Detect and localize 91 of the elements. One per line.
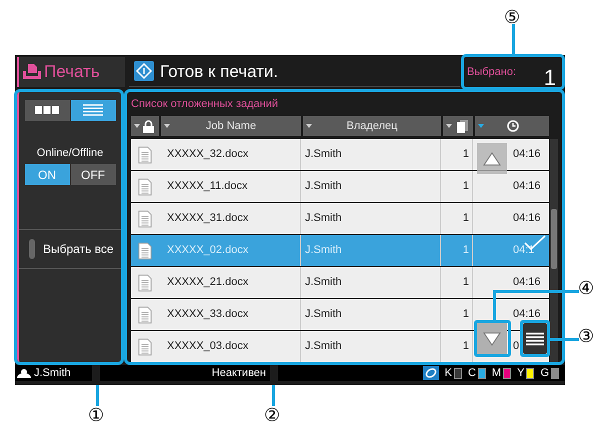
job-owner: J.Smith (305, 243, 342, 258)
column-header[interactable] (475, 116, 549, 136)
callout-number: ② (264, 406, 280, 424)
selected-count-value: 1 (544, 67, 556, 89)
user-indicator: J.Smith (15, 365, 92, 381)
job-time: 04:1 (513, 243, 534, 258)
ink-label: G (540, 366, 549, 381)
status-text: Готов к печати. (160, 60, 278, 82)
activity-status: Неактивен (212, 366, 266, 381)
job-owner: J.Smith (305, 275, 342, 290)
document-icon (138, 146, 152, 164)
ink-label: K (444, 366, 452, 381)
job-name: XXXXX_32.docx (167, 147, 248, 162)
job-name: XXXXX_31.docx (167, 211, 248, 226)
callout-number: ⑤ (504, 8, 520, 26)
sort-caret-icon (478, 124, 484, 128)
lock-icon (143, 120, 154, 132)
document-icon (138, 338, 152, 356)
app-tab[interactable]: Печать (17, 57, 125, 86)
document-icon (138, 242, 152, 260)
job-owner: J.Smith (305, 147, 342, 162)
job-owner: J.Smith (305, 179, 342, 194)
job-copies: 1 (462, 179, 469, 194)
job-copies: 1 (462, 275, 469, 290)
job-time: 04:16 (513, 307, 541, 322)
menu-icon (526, 330, 544, 346)
start-icon (134, 61, 154, 82)
up-triangle-icon (483, 152, 501, 166)
column-header[interactable] (131, 116, 159, 136)
grid-view-button[interactable] (24, 100, 70, 120)
job-owner: J.Smith (305, 339, 342, 354)
column-header[interactable]: Владелец (303, 116, 441, 136)
document-icon (138, 274, 152, 292)
job-copies: 1 (462, 307, 469, 322)
job-time: 04:16 (513, 179, 541, 194)
printer-icon (22, 62, 42, 81)
job-row[interactable]: XXXXX_21.docx J.Smith 1 04:16 (131, 267, 549, 298)
sort-caret-icon (446, 124, 452, 128)
sort-caret-icon (306, 124, 312, 128)
menu-button[interactable] (523, 323, 547, 354)
job-time: 04:16 (513, 275, 541, 290)
job-row[interactable]: XXXXX_33.docx J.Smith 1 04:16 (131, 299, 549, 330)
selected-count-label: Выбрано: (467, 65, 516, 80)
job-list-title: Список отложенных заданий (131, 96, 280, 112)
job-row[interactable]: XXXXX_11.docx J.Smith 1 04:16 (131, 171, 549, 202)
sort-caret-icon (134, 124, 140, 128)
select-all-toggle[interactable] (29, 239, 35, 259)
down-triangle-icon (483, 332, 501, 346)
scroll-up-button[interactable] (477, 143, 507, 174)
job-name: XXXXX_11.docx (167, 179, 248, 194)
user-icon (17, 368, 31, 378)
online-offline-label: Online/Offline (36, 146, 104, 160)
ink-label: M (492, 366, 502, 381)
copies-icon (457, 120, 468, 132)
scrollbar-thumb[interactable] (551, 209, 557, 269)
clock-icon (507, 120, 519, 132)
select-all-label: Выбрать все (43, 241, 114, 258)
callout-number: ③ (578, 327, 594, 345)
job-copies: 1 (462, 243, 469, 258)
sort-caret-icon (164, 124, 170, 128)
ink-label: C (468, 366, 476, 381)
ink-status-icon (422, 366, 439, 380)
highlight-frame (520, 320, 550, 357)
job-name: XXXXX_02.docx (167, 243, 248, 258)
job-time: 0 (513, 339, 520, 354)
job-time: 04:16 (513, 211, 541, 226)
column-header[interactable] (443, 116, 473, 136)
highlight-frame (474, 320, 511, 357)
job-owner: J.Smith (305, 211, 342, 226)
job-name: XXXXX_03.docx (167, 339, 248, 354)
scroll-down-button[interactable] (477, 323, 507, 354)
document-icon (138, 178, 152, 196)
job-name: XXXXX_21.docx (167, 275, 248, 290)
ink-label: Y (517, 366, 524, 381)
job-owner: J.Smith (305, 307, 342, 322)
job-row[interactable]: XXXXX_32.docx J.Smith 1 04:16 (131, 139, 549, 170)
job-name: XXXXX_33.docx (167, 307, 248, 322)
list-view-button[interactable] (70, 100, 116, 120)
online-off-button[interactable]: OFF (70, 164, 116, 185)
callout-number: ① (88, 406, 104, 424)
grid-view-icon (35, 106, 59, 114)
document-icon (138, 210, 152, 228)
job-row[interactable]: XXXXX_31.docx J.Smith 1 04:16 (131, 203, 549, 234)
callout-number: ④ (578, 279, 594, 297)
document-icon (138, 306, 152, 324)
job-copies: 1 (462, 147, 469, 162)
list-view-icon (83, 104, 103, 116)
column-header[interactable]: Job Name (161, 116, 301, 136)
job-time: 04:16 (513, 147, 541, 162)
job-copies: 1 (462, 211, 469, 226)
job-copies: 1 (462, 339, 469, 354)
